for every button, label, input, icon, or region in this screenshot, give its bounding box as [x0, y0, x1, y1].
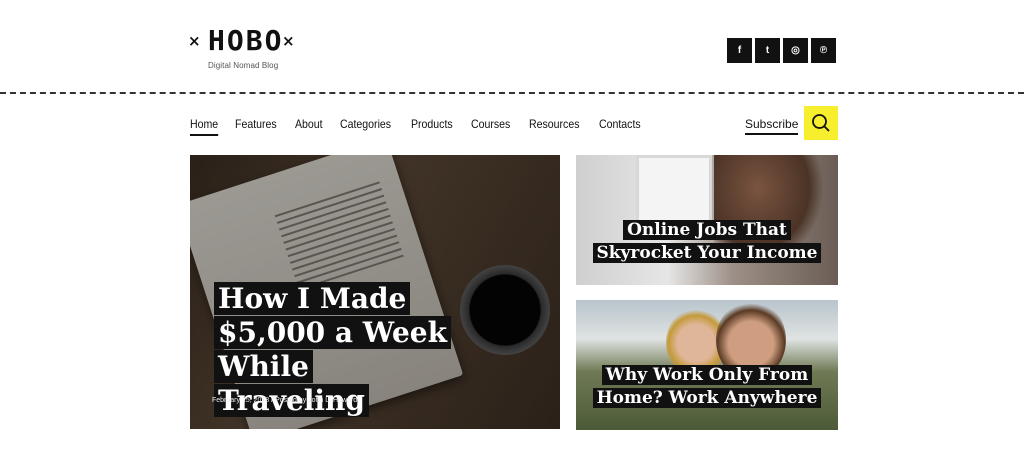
facebook-icon[interactable]: f	[727, 38, 752, 63]
pinterest-icon[interactable]: ℗	[811, 38, 836, 63]
nav-item-features[interactable]: Features	[235, 117, 277, 136]
nav-item-courses[interactable]: Courses	[471, 117, 510, 136]
post-date: February 15, 2018	[212, 397, 270, 404]
meta-separator: /	[271, 397, 274, 404]
twitter-icon[interactable]: t	[755, 38, 780, 63]
logo-mark-right: ×	[282, 32, 295, 50]
side-post-title[interactable]: Online Jobs That Skyrocket Your Income	[576, 219, 838, 265]
logo-mark-left: ×	[188, 32, 201, 50]
nav-item-products[interactable]: Products	[411, 117, 453, 136]
post-author: Posted by John L. Howard	[275, 397, 358, 404]
logo-wordmark: HOBO	[208, 24, 284, 57]
header-divider	[0, 92, 1024, 94]
social-links: f t ◎ ℗	[727, 38, 836, 63]
main-nav: Home Features About Categories Products …	[190, 117, 660, 136]
search-button[interactable]	[804, 106, 838, 140]
nav-item-home[interactable]: Home	[190, 117, 219, 136]
side-post-card[interactable]: Why Work Only From Home? Work Anywhere	[576, 300, 838, 430]
search-icon	[812, 114, 830, 132]
featured-post-meta: February 15, 2018 / Posted by John L. Ho…	[212, 397, 357, 404]
subscribe-link[interactable]: Subscribe	[745, 117, 799, 135]
nav-item-contacts[interactable]: Contacts	[599, 117, 641, 136]
nav-item-resources[interactable]: Resources	[529, 117, 579, 136]
nav-item-categories[interactable]: Categories	[340, 117, 391, 136]
nav-item-about[interactable]: About	[295, 117, 323, 136]
side-post-title[interactable]: Why Work Only From Home? Work Anywhere	[576, 364, 838, 410]
logo-tagline: Digital Nomad Blog	[208, 61, 279, 70]
featured-post-card[interactable]: How I Made $5,000 a Week While Traveling…	[190, 155, 560, 429]
side-post-card[interactable]: Online Jobs That Skyrocket Your Income	[576, 155, 838, 285]
instagram-icon[interactable]: ◎	[783, 38, 808, 63]
site-logo[interactable]: × HOBO × Digital Nomad Blog	[188, 24, 298, 74]
